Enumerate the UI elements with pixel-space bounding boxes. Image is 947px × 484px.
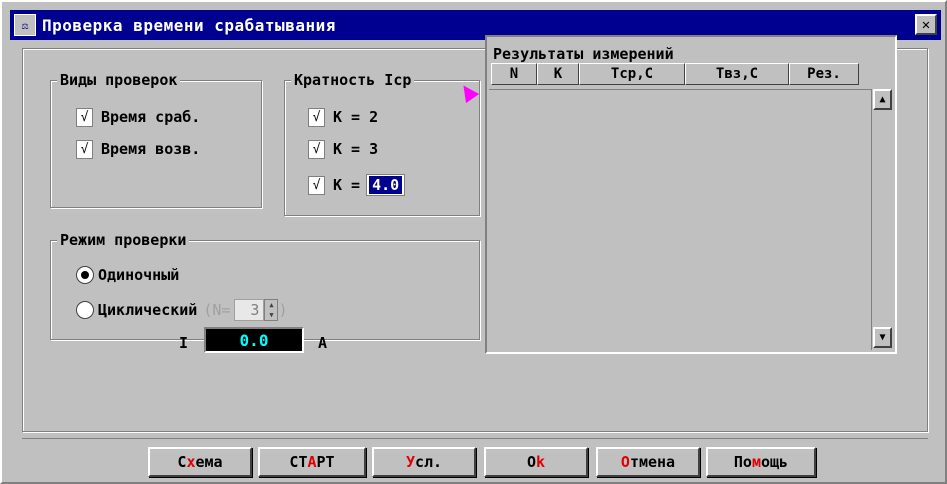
k3-checkbox[interactable]: √ — [308, 139, 325, 159]
k2-label: K = 2 — [333, 108, 379, 126]
cancel-hotkey: О — [620, 453, 630, 471]
scroll-down-icon[interactable]: ▼ — [873, 327, 892, 348]
check-types-legend: Виды проверок — [57, 71, 181, 89]
results-panel: Результаты измерений N K Tср,С Tвз,С Рез… — [485, 35, 897, 354]
radio-selected-dot — [81, 271, 89, 279]
cond-label-post: сл. — [414, 453, 443, 471]
cyclic-n-prefix: (N= — [203, 301, 231, 319]
return-time-label: Время возв. — [101, 140, 201, 158]
schema-button[interactable]: Сх ема — [148, 447, 252, 477]
help-label-pre: По — [733, 453, 752, 471]
col-header-result[interactable]: Рез. — [789, 63, 859, 85]
results-title: Результаты измерений — [493, 45, 674, 63]
single-mode-label: Одиночный — [98, 266, 180, 284]
col-header-trip[interactable]: Tср,С — [579, 63, 685, 85]
cyclic-mode-label: Циклический — [98, 301, 198, 319]
k-custom-label: K = — [333, 176, 361, 194]
check-mode-legend: Режим проверки — [57, 231, 190, 249]
col-header-return[interactable]: Tвз,С — [685, 63, 789, 85]
scales-icon[interactable]: ⚖ — [14, 14, 36, 36]
check-trip-time-row[interactable]: √ Время сраб. — [76, 106, 200, 128]
help-button[interactable]: По м ощь — [706, 447, 816, 477]
current-label: I — [179, 334, 189, 352]
k-custom-value: 4.0 — [369, 176, 403, 194]
start-button[interactable]: СТ А РТ — [258, 447, 366, 477]
start-label-post: РТ — [316, 453, 335, 471]
schema-hotkey: х — [186, 453, 196, 471]
scroll-up-icon[interactable]: ▲ — [873, 89, 892, 110]
trip-time-label: Время сраб. — [101, 108, 201, 126]
single-mode-row[interactable]: Одиночный — [76, 264, 179, 286]
col-header-k[interactable]: K — [537, 63, 579, 85]
dialog-window: ⚖ Проверка времени срабатывания ✕ Виды п… — [0, 0, 947, 484]
cyclic-mode-radio[interactable] — [76, 301, 94, 319]
help-label-post: ощь — [761, 453, 789, 471]
bottom-separator — [22, 438, 928, 439]
schema-label-pre: С — [177, 453, 187, 471]
start-hotkey: А — [307, 453, 317, 471]
cyclic-n-input[interactable]: 3 — [234, 299, 265, 321]
k-custom-input[interactable]: 4.0 — [366, 174, 406, 196]
results-list[interactable] — [489, 89, 871, 350]
return-time-checkbox[interactable]: √ — [76, 139, 93, 159]
cancel-label-post: тмена — [629, 453, 676, 471]
k3-row[interactable]: √ K = 3 — [308, 138, 378, 160]
cancel-button[interactable]: Отмена — [596, 447, 700, 477]
k2-checkbox[interactable]: √ — [308, 107, 325, 127]
k-custom-row[interactable]: √ K = 4.0 — [308, 174, 406, 196]
ok-hotkey: k — [536, 453, 546, 471]
close-button[interactable]: ✕ — [915, 14, 937, 35]
single-mode-radio[interactable] — [76, 266, 94, 284]
current-readout: 0.0 — [204, 327, 304, 353]
k2-row[interactable]: √ K = 2 — [308, 106, 378, 128]
ok-label-pre: O — [526, 453, 536, 471]
schema-label-post: ема — [195, 453, 223, 471]
col-header-n[interactable]: N — [491, 63, 537, 85]
results-scrollbar[interactable]: ▲ ▼ — [871, 89, 893, 350]
cyclic-n-spinner[interactable]: ▲ ▼ — [264, 299, 279, 321]
k3-label: K = 3 — [333, 140, 379, 158]
check-return-time-row[interactable]: √ Время возв. — [76, 138, 200, 160]
cond-hotkey: У — [405, 453, 415, 471]
cyclic-mode-row[interactable]: Циклический (N= 3 ▲ ▼ ) — [76, 299, 287, 321]
current-unit: A — [318, 334, 328, 352]
trip-time-checkbox[interactable]: √ — [76, 107, 93, 127]
k-custom-checkbox[interactable]: √ — [308, 175, 325, 195]
check-mode-group: Режим проверки — [50, 231, 480, 340]
multiplicity-legend: Кратность Iср — [291, 71, 415, 89]
start-label-pre: СТ — [289, 453, 308, 471]
help-hotkey: м — [751, 453, 761, 471]
conditions-button[interactable]: Усл. — [372, 447, 476, 477]
window-title: Проверка времени срабатывания — [42, 15, 336, 35]
cyclic-n-suffix: ) — [278, 301, 288, 319]
spin-down-icon[interactable]: ▼ — [265, 310, 277, 320]
ok-button[interactable]: Ok — [484, 447, 588, 477]
spin-up-icon[interactable]: ▲ — [265, 300, 277, 310]
